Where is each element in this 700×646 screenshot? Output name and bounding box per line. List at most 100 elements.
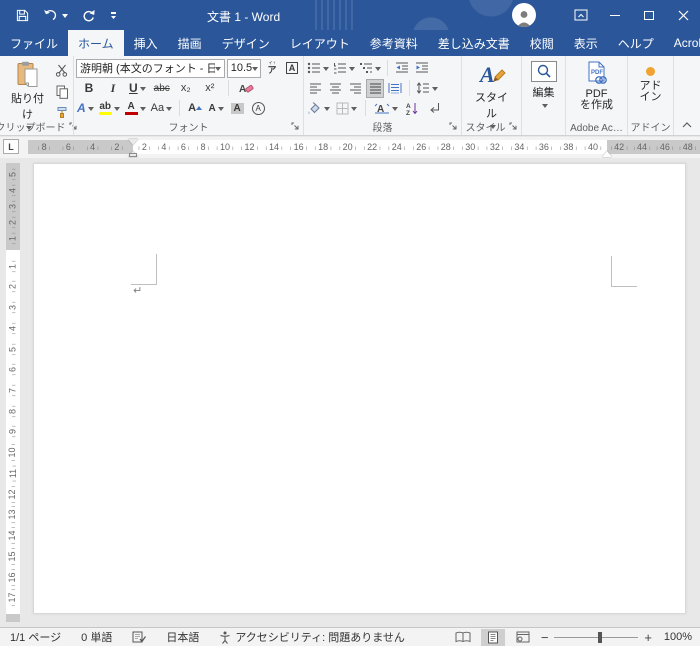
editing-button[interactable]: 編集 <box>524 58 563 112</box>
phonetic-guide-button[interactable]: ィｨア <box>263 59 281 78</box>
document-canvas[interactable]: 54321 1234567891011121314151617 ↵ <box>0 158 700 627</box>
copy-button[interactable] <box>53 82 71 101</box>
underline-button[interactable]: U <box>128 79 147 98</box>
borders-button[interactable] <box>335 99 358 118</box>
grow-font-button[interactable]: A <box>186 99 204 118</box>
undo-dropdown-caret[interactable] <box>62 13 68 21</box>
cut-button[interactable] <box>53 61 71 80</box>
maximize-button[interactable] <box>632 0 666 30</box>
zoom-in-button[interactable]: + <box>644 631 652 644</box>
create-pdf-button[interactable]: PDF PDF を作成 <box>568 58 625 114</box>
numbering-caret[interactable] <box>349 66 355 74</box>
tab-layout[interactable]: レイアウト <box>280 30 360 56</box>
numbering-button[interactable] <box>332 59 356 78</box>
language-status[interactable]: 日本語 <box>156 629 209 645</box>
enclose-characters-button[interactable]: A <box>249 99 267 118</box>
clear-formatting-button[interactable]: A <box>238 79 256 98</box>
underline-caret[interactable] <box>139 86 146 94</box>
multilevel-caret[interactable] <box>375 66 381 74</box>
font-size-combo[interactable]: 10.5 <box>226 58 261 78</box>
zoom-out-button[interactable]: − <box>541 631 549 644</box>
undo-button[interactable] <box>43 9 68 21</box>
asian-layout-button[interactable]: A <box>373 99 399 118</box>
tab-acrobat[interactable]: Acrobat <box>664 30 700 56</box>
bold-button[interactable]: B <box>80 79 98 98</box>
align-center-button[interactable] <box>326 79 344 98</box>
sort-button[interactable]: AZ <box>403 99 421 118</box>
font-color-caret[interactable] <box>139 106 146 114</box>
strikethrough-button[interactable]: abc <box>153 79 171 98</box>
text-effects-button[interactable]: A <box>76 99 95 118</box>
align-left-button[interactable] <box>306 79 324 98</box>
tab-home[interactable]: ホーム <box>68 30 124 56</box>
change-case-caret[interactable] <box>166 106 173 114</box>
save-button[interactable] <box>16 9 29 22</box>
line-spacing-caret[interactable] <box>432 86 438 94</box>
hruler-right-margin: 42444648 <box>607 140 700 154</box>
font-color-button[interactable]: A <box>124 99 147 118</box>
highlight-button[interactable]: ab <box>98 99 121 118</box>
customize-qat-button[interactable] <box>109 11 118 20</box>
distribute-button[interactable] <box>386 79 404 98</box>
minimize-button[interactable] <box>598 0 632 30</box>
shading-button[interactable] <box>306 99 331 118</box>
tab-stop-selector[interactable]: L <box>3 139 19 154</box>
page[interactable]: ↵ <box>33 163 686 614</box>
font-dialog-launcher[interactable] <box>291 122 300 131</box>
show-formatting-marks-button[interactable] <box>425 99 443 118</box>
web-layout-button[interactable] <box>511 629 535 646</box>
increase-indent-button[interactable] <box>413 59 431 78</box>
word-count-status[interactable]: 0 単語 <box>71 629 122 645</box>
left-indent-marker[interactable] <box>129 153 137 157</box>
bullets-caret[interactable] <box>323 66 329 74</box>
change-case-button[interactable]: Aa <box>150 99 173 118</box>
subscript-button[interactable]: x₂ <box>177 79 195 98</box>
print-layout-button[interactable] <box>480 628 505 646</box>
redo-button[interactable] <box>82 9 95 22</box>
editing-caret[interactable] <box>541 104 548 111</box>
read-mode-button[interactable] <box>451 629 475 646</box>
accessibility-status[interactable]: アクセシビリティ: 問題ありません <box>209 629 415 645</box>
addins-button[interactable]: アド イン <box>630 58 671 106</box>
align-right-button[interactable] <box>346 79 364 98</box>
multilevel-list-button[interactable] <box>358 59 382 78</box>
justify-button[interactable] <box>366 78 384 98</box>
tab-draw[interactable]: 描画 <box>168 30 212 56</box>
right-indent-marker[interactable] <box>602 146 612 157</box>
decrease-indent-button[interactable] <box>393 59 411 78</box>
tab-insert[interactable]: 挿入 <box>124 30 168 56</box>
zoom-level[interactable]: 100% <box>658 631 692 643</box>
close-button[interactable] <box>666 0 700 30</box>
paragraph-dialog-launcher[interactable] <box>449 122 458 131</box>
proofing-status[interactable] <box>122 631 156 643</box>
styles-dialog-launcher[interactable] <box>509 122 518 131</box>
italic-button[interactable]: I <box>104 79 122 98</box>
shading-caret[interactable] <box>324 106 330 114</box>
ribbon-display-options-button[interactable] <box>564 0 598 30</box>
account-avatar[interactable] <box>512 3 536 27</box>
tab-references[interactable]: 参考資料 <box>360 30 428 56</box>
page-count-status[interactable]: 1/1 ページ <box>0 629 71 645</box>
collapse-ribbon-button[interactable] <box>678 118 696 132</box>
character-shading-button[interactable]: A <box>228 99 246 118</box>
superscript-button[interactable]: x² <box>201 79 219 98</box>
asian-layout-caret[interactable] <box>392 106 398 114</box>
bullets-button[interactable] <box>306 59 330 78</box>
tab-file[interactable]: ファイル <box>0 30 68 56</box>
shrink-font-button[interactable]: A <box>207 99 225 118</box>
line-spacing-button[interactable] <box>415 79 439 98</box>
text-effects-caret[interactable] <box>87 106 94 114</box>
tab-help[interactable]: ヘルプ <box>608 30 664 56</box>
font-family-combo[interactable]: 游明朝 (本文のフォント - 日本 <box>76 58 225 78</box>
tab-view[interactable]: 表示 <box>564 30 608 56</box>
svg-text:Z: Z <box>406 110 410 115</box>
tab-review[interactable]: 校閲 <box>520 30 564 56</box>
zoom-slider-handle[interactable] <box>598 631 603 643</box>
character-border-button[interactable]: A <box>283 59 301 78</box>
zoom-slider[interactable] <box>554 631 639 643</box>
borders-caret[interactable] <box>351 106 357 114</box>
tab-design[interactable]: デザイン <box>212 30 280 56</box>
tab-mailings[interactable]: 差し込み文書 <box>428 30 520 56</box>
highlight-caret[interactable] <box>113 106 120 114</box>
vertical-ruler[interactable]: 54321 1234567891011121314151617 <box>6 163 20 622</box>
